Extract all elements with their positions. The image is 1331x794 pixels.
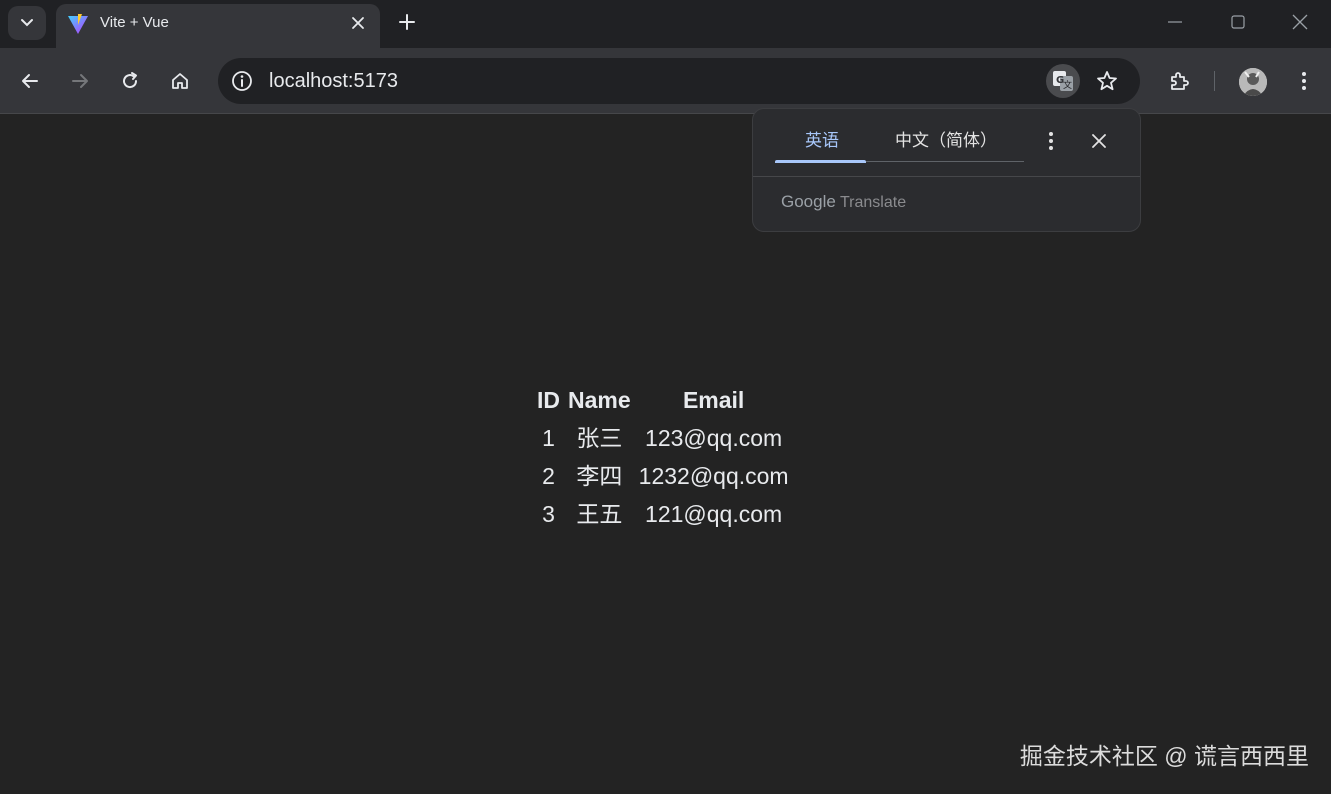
maximize-button[interactable] — [1207, 0, 1269, 44]
cell-email: 123@qq.com — [645, 425, 783, 451]
new-tab-button[interactable] — [393, 8, 421, 36]
google-translate-brand: Google Translate — [781, 191, 906, 214]
active-tab-indicator — [775, 160, 866, 163]
reload-icon — [123, 72, 138, 89]
reload-button[interactable] — [113, 64, 147, 98]
tab-strip: Vite + Vue — [0, 0, 1331, 48]
vite-favicon — [68, 14, 88, 34]
extensions-icon — [1171, 72, 1189, 90]
watermark: 掘金技术社区 @ 谎言西西里 — [1019, 743, 1309, 769]
home-button[interactable] — [163, 64, 197, 98]
tab-title: Vite + Vue — [100, 14, 169, 31]
forward-arrow-icon — [72, 74, 88, 88]
svg-text:文: 文 — [1063, 79, 1072, 91]
close-icon — [352, 17, 364, 29]
avatar-image — [1239, 68, 1267, 96]
column-header-email: Email — [682, 387, 745, 413]
table-row: 1 张三 123@qq.com — [534, 420, 792, 456]
cell-email: 121@qq.com — [645, 501, 783, 527]
column-header-id: ID — [537, 387, 560, 413]
plus-icon — [399, 14, 415, 30]
info-icon[interactable] — [230, 69, 254, 93]
star-icon — [1097, 71, 1117, 91]
cell-name: 张三 — [576, 425, 623, 451]
address-url[interactable]: localhost:5173 — [269, 69, 398, 93]
tab-close-button[interactable] — [348, 13, 368, 33]
back-arrow-icon — [22, 74, 38, 88]
toolbar-separator — [1214, 71, 1215, 91]
translate-button[interactable]: G 文 — [1046, 64, 1080, 98]
browser-menu-button[interactable] — [1287, 64, 1321, 98]
active-tab[interactable]: Vite + Vue — [56, 4, 380, 48]
kebab-menu-icon — [1049, 132, 1053, 150]
translate-icon: G 文 — [1053, 71, 1073, 91]
cell-email: 1232@qq.com — [638, 463, 789, 489]
cell-name: 李四 — [576, 463, 623, 489]
tab-search-button[interactable] — [8, 6, 46, 40]
tab-search-icon — [21, 19, 33, 27]
cell-name: 王五 — [576, 501, 623, 527]
minimize-icon — [1168, 21, 1182, 23]
translate-popup: 英语 中文（简体） Google Translate — [752, 108, 1141, 232]
minimize-button[interactable] — [1144, 0, 1206, 44]
back-button[interactable] — [13, 64, 47, 98]
translate-label: Translate — [839, 194, 907, 211]
kebab-menu-icon — [1302, 72, 1306, 90]
browser-toolbar: localhost:5173 G 文 — [0, 48, 1331, 114]
forward-button[interactable] — [63, 64, 97, 98]
cell-id: 2 — [542, 463, 555, 489]
table-row: 3 王五 121@qq.com — [534, 496, 792, 532]
users-table: ID Name Email 1 张三 123@qq.com 2 李四 1232@… — [532, 380, 794, 534]
extensions-button[interactable] — [1162, 64, 1196, 98]
profile-avatar[interactable] — [1239, 68, 1267, 96]
language-tab-chinese[interactable]: 中文（简体） — [895, 129, 997, 153]
translate-close-button[interactable] — [1088, 129, 1110, 153]
translate-options-button[interactable] — [1041, 129, 1061, 153]
window-close-button[interactable] — [1269, 0, 1331, 44]
address-bar[interactable]: localhost:5173 G 文 — [218, 58, 1140, 104]
google-logo-text: Google — [781, 192, 836, 211]
cell-id: 3 — [542, 501, 555, 527]
close-icon — [1092, 134, 1106, 148]
language-tab-english[interactable]: 英语 — [805, 129, 839, 153]
table-header-row: ID Name Email — [534, 382, 792, 418]
column-header-name: Name — [568, 387, 631, 413]
bookmark-button[interactable] — [1092, 66, 1122, 96]
table-row: 2 李四 1232@qq.com — [534, 458, 792, 494]
cell-id: 1 — [542, 425, 555, 451]
home-icon — [172, 73, 188, 89]
window-close-icon — [1292, 14, 1308, 30]
maximize-icon — [1231, 15, 1245, 29]
popup-divider — [753, 176, 1140, 177]
